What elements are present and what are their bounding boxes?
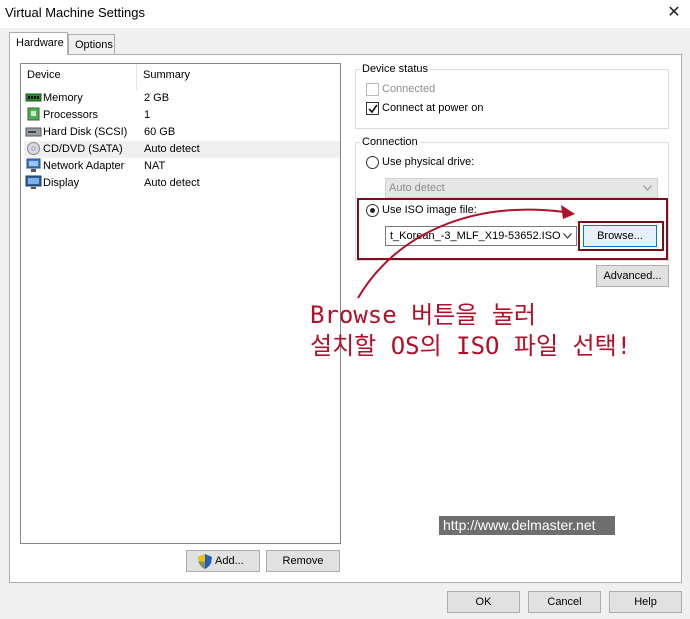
checkmark-icon [368,104,378,114]
column-header-device[interactable]: Device [27,69,61,81]
device-row-cd-dvd[interactable]: CD/DVD (SATA) Auto detect [24,141,340,158]
iso-image-label: Use ISO image file: [382,204,477,216]
tab-options[interactable]: Options [68,34,115,55]
device-row-network-adapter[interactable]: Network Adapter NAT [24,158,340,175]
chevron-down-icon [563,233,572,239]
device-name: Hard Disk (SCSI) [43,126,128,138]
device-name: Network Adapter [43,160,125,172]
device-summary: Auto detect [144,177,200,189]
device-row-hard-disk[interactable]: Hard Disk (SCSI) 60 GB [24,124,340,141]
device-summary: 1 [144,109,151,121]
network-adapter-icon [26,158,41,172]
device-name: Memory [43,92,83,104]
device-name: Processors [43,109,99,121]
annotation-line-2: 설치할 OS의 ISO 파일 선택! [310,332,632,360]
connection-title: Connection [360,136,420,148]
tab-hardware[interactable]: Hardware [9,32,68,55]
help-button[interactable]: Help [609,591,682,613]
add-button[interactable]: Add... [186,550,260,572]
connected-checkbox[interactable] [366,83,379,96]
device-row-display[interactable]: Display Auto detect [24,175,340,192]
browse-button[interactable]: Browse... [583,225,657,247]
column-header-summary[interactable]: Summary [143,69,190,81]
ok-button[interactable]: OK [447,591,520,613]
device-summary: Auto detect [144,143,200,155]
annotation-line-1: Browse 버튼을 눌러 [310,301,536,329]
device-row-processors[interactable]: Processors 1 [24,107,340,124]
cancel-button[interactable]: Cancel [528,591,601,613]
physical-drive-select[interactable]: Auto detect [385,178,658,198]
device-summary: 60 GB [144,126,176,138]
advanced-button[interactable]: Advanced... [596,265,669,287]
hard-disk-icon [25,127,42,137]
device-summary: 2 GB [144,92,170,104]
device-row-memory[interactable]: Memory 2 GB [24,90,340,107]
remove-button[interactable]: Remove [266,550,340,572]
chevron-down-icon [643,185,652,191]
display-icon [25,175,42,189]
device-status-group [355,69,669,129]
iso-path-combo[interactable]: t_Korean_-3_MLF_X19-53652.ISO [385,226,577,246]
column-separator[interactable] [136,64,137,90]
memory-icon [25,93,42,102]
physical-drive-label: Use physical drive: [382,156,475,168]
device-status-title: Device status [360,63,431,75]
connected-label: Connected [382,83,436,95]
physical-drive-radio[interactable] [366,156,379,169]
physical-drive-value: Auto detect [389,182,445,194]
iso-path-value: t_Korean_-3_MLF_X19-53652.ISO [390,230,561,242]
close-icon[interactable]: ✕ [662,2,686,24]
device-summary: NAT [144,160,166,172]
cd-dvd-icon [27,142,40,155]
iso-image-radio[interactable] [366,204,379,217]
device-name: CD/DVD (SATA) [43,143,123,155]
connect-at-power-on-label: Connect at power on [382,102,484,114]
connect-at-power-on-checkbox[interactable] [366,102,379,115]
device-name: Display [43,177,80,189]
shield-icon [198,554,212,569]
add-button-label: Add... [215,555,244,567]
watermark: http://www.delmaster.net [439,516,615,535]
radio-dot [370,208,375,213]
processor-icon [27,107,40,121]
window-title: Virtual Machine Settings [5,5,145,20]
title-bar: Virtual Machine Settings ✕ [0,0,690,28]
